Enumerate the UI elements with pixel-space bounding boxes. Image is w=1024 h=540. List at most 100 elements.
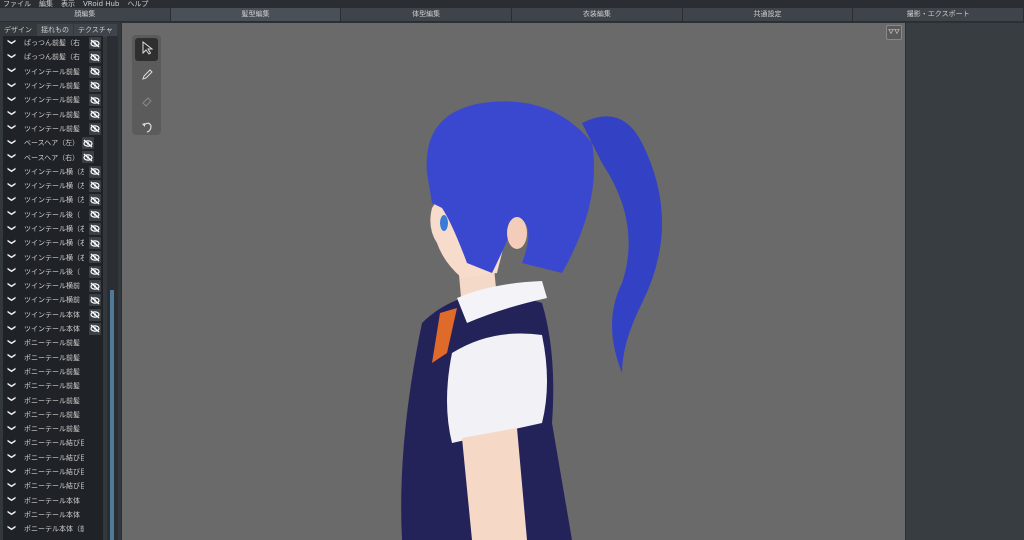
menu-item[interactable]: 表示 [61,0,75,8]
tab-3[interactable]: 衣装編集 [512,8,683,21]
list-item[interactable]: ❯ ツインテール前髪（ [3,93,103,107]
list-item[interactable]: ❯ ベースヘア（右） [3,150,103,164]
list-item[interactable]: ❯ ツインテール本体（ [3,322,103,336]
chevron-down-icon[interactable]: ❯ [8,81,17,91]
chevron-down-icon[interactable]: ❯ [8,310,17,320]
chevron-down-icon[interactable]: ❯ [8,510,17,520]
eye-hidden-icon[interactable] [82,151,94,164]
eye-hidden-icon[interactable] [89,37,101,49]
chevron-down-icon[interactable]: ❯ [8,438,17,448]
list-item[interactable]: ❯ ポニーテール前髪（前） [3,336,103,350]
menu-item[interactable]: ヘルプ [127,0,148,8]
chevron-down-icon[interactable]: ❯ [8,124,17,134]
list-item[interactable]: ❯ ポニーテル本体（前） [3,522,103,536]
camera-toggle-button[interactable]: ⛛⛛ [886,25,902,40]
eye-hidden-icon[interactable] [89,79,101,92]
chevron-down-icon[interactable]: ❯ [8,95,17,105]
chevron-down-icon[interactable]: ❯ [8,195,17,205]
chevron-down-icon[interactable]: ❯ [8,410,17,420]
list-item[interactable]: ❯ ツインテール横（左 [3,193,103,207]
tab-1[interactable]: 髪型編集 [170,8,342,21]
list-item[interactable]: ❯ ツインテール横前（ [3,279,103,293]
chevron-down-icon[interactable]: ❯ [8,496,17,506]
list-item[interactable]: ❯ ポニーテール前髪（右後 [3,422,103,436]
chevron-down-icon[interactable]: ❯ [8,138,17,148]
list-item[interactable]: ❯ ツインテール横前（ [3,293,103,307]
list-item[interactable]: ❯ ポニーテール結び目（前 [3,436,103,450]
scrollbar-thumb[interactable] [110,290,114,540]
eye-hidden-icon[interactable] [82,137,94,150]
chevron-down-icon[interactable]: ❯ [8,324,17,334]
list-item[interactable]: ❯ ツインテール前髪（ [3,79,103,93]
chevron-down-icon[interactable]: ❯ [8,338,17,348]
eye-hidden-icon[interactable] [89,108,101,121]
list-item[interactable]: ❯ ポニーテール前髪（左前 [3,351,103,365]
eye-hidden-icon[interactable] [89,308,101,321]
list-item[interactable]: ❯ ポニーテール本体（中） [3,494,103,508]
chevron-down-icon[interactable]: ❯ [8,38,17,48]
menu-item[interactable]: 編集 [39,0,53,8]
list-item[interactable]: ❯ ツインテール後（ [3,208,103,222]
chevron-down-icon[interactable]: ❯ [8,481,17,491]
eye-hidden-icon[interactable] [89,94,101,107]
list-item[interactable]: ❯ ポニーテール前髪（右中 [3,393,103,407]
list-item[interactable]: ❯ ツインテール前髪（ [3,122,103,136]
eye-hidden-icon[interactable] [89,265,101,278]
chevron-down-icon[interactable]: ❯ [8,110,17,120]
eye-hidden-icon[interactable] [89,165,101,178]
list-scrollbar[interactable] [107,36,118,540]
eye-hidden-icon[interactable] [89,222,101,235]
list-item[interactable]: ❯ ポニーテール前髪（左中 [3,379,103,393]
eye-hidden-icon[interactable] [89,65,101,78]
eye-hidden-icon[interactable] [89,322,101,335]
menu-item[interactable]: ファイル [3,0,31,8]
chevron-down-icon[interactable]: ❯ [8,295,17,305]
list-item[interactable]: ❯ ツインテール本体（ [3,308,103,322]
eye-hidden-icon[interactable] [89,179,101,192]
list-item[interactable]: ❯ ツインテール横（右 [3,236,103,250]
chevron-down-icon[interactable]: ❯ [8,253,17,263]
list-item[interactable]: ❯ ツインテール横（左 [3,165,103,179]
chevron-down-icon[interactable]: ❯ [8,167,17,177]
tab-4[interactable]: 共通設定 [682,8,854,21]
eye-hidden-icon[interactable] [89,294,101,307]
tab-2[interactable]: 体型編集 [341,8,513,21]
chevron-down-icon[interactable]: ❯ [8,424,17,434]
eye-hidden-icon[interactable] [89,208,101,221]
3d-viewport[interactable]: ⛛⛛ [122,23,905,540]
eye-hidden-icon[interactable] [89,251,101,264]
list-item[interactable]: ❯ ツインテール前髪（ [3,107,103,121]
eye-hidden-icon[interactable] [89,280,101,293]
chevron-down-icon[interactable]: ❯ [8,353,17,363]
chevron-down-icon[interactable]: ❯ [8,367,17,377]
list-item[interactable]: ❯ ポニーテール前髪（左後 [3,408,103,422]
chevron-down-icon[interactable]: ❯ [8,467,17,477]
chevron-down-icon[interactable]: ❯ [8,453,17,463]
chevron-down-icon[interactable]: ❯ [8,52,17,62]
list-item[interactable]: ❯ ポニーテール結び目（左 [3,465,103,479]
chevron-down-icon[interactable]: ❯ [8,396,17,406]
chevron-down-icon[interactable]: ❯ [8,210,17,220]
eye-hidden-icon[interactable] [89,237,101,250]
list-item[interactable]: ❯ ぱっつん前髪（右 [3,36,103,50]
chevron-down-icon[interactable]: ❯ [8,224,17,234]
list-item[interactable]: ❯ ポニーテール結び目（右 [3,479,103,493]
chevron-down-icon[interactable]: ❯ [8,381,17,391]
list-item[interactable]: ❯ ポニーテール結び目（後 [3,451,103,465]
eye-hidden-icon[interactable] [89,51,101,64]
chevron-down-icon[interactable]: ❯ [8,238,17,248]
menu-item[interactable]: VRoid Hub [83,0,119,8]
chevron-down-icon[interactable]: ❯ [8,67,17,77]
tool-button[interactable] [135,116,158,139]
eye-hidden-icon[interactable] [89,194,101,207]
tab-0[interactable]: 顔編集 [0,8,171,21]
tab-5[interactable]: 撮影・エクスポート [853,8,1024,21]
list-item[interactable]: ❯ ポニーテール本体（後） [3,508,103,522]
eye-hidden-icon[interactable] [89,122,101,135]
list-item[interactable]: ❯ ベースヘア（左） [3,136,103,150]
list-item[interactable]: ❯ ツインテール横（右 [3,222,103,236]
list-item[interactable]: ❯ ツインテール前髪（ [3,65,103,79]
chevron-down-icon[interactable]: ❯ [8,267,17,277]
chevron-down-icon[interactable]: ❯ [8,153,17,163]
list-item[interactable]: ❯ ポニーテール前髪（右前 [3,365,103,379]
